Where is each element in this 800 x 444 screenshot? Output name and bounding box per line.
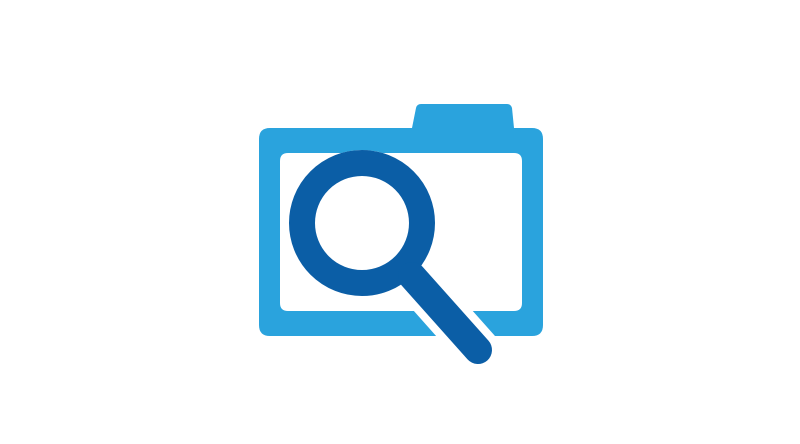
camera-search-icon bbox=[259, 104, 543, 372]
logo bbox=[0, 0, 800, 444]
camera-bump bbox=[412, 104, 514, 128]
canvas bbox=[0, 0, 800, 444]
